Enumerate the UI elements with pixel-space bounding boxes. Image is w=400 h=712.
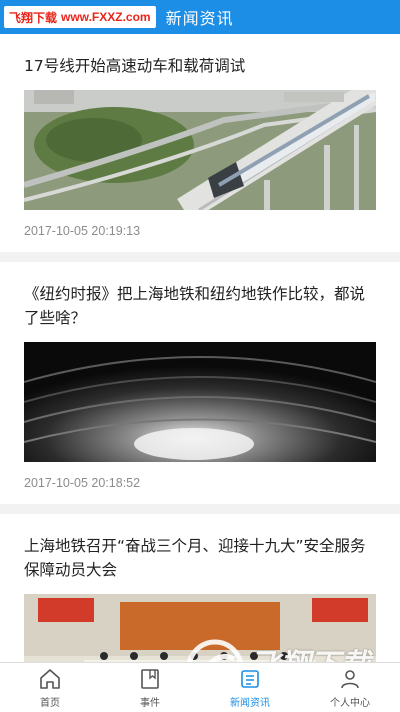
- news-card-title[interactable]: 《纽约时报》把上海地铁和纽约地铁作比较，都说了些啥？: [24, 262, 376, 342]
- news-card-image[interactable]: [24, 90, 376, 210]
- news-card-image[interactable]: [24, 342, 376, 462]
- tab-profile[interactable]: 个人中心: [300, 663, 400, 712]
- news-card[interactable]: 上海地铁召开“奋战三个月、迎接十九大”安全服务保障动员大会: [0, 514, 400, 662]
- tab-profile-label: 个人中心: [330, 697, 370, 709]
- tab-home[interactable]: 首页: [0, 663, 100, 712]
- tab-news-label: 新闻资讯: [230, 697, 270, 709]
- tab-home-label: 首页: [40, 697, 60, 709]
- user-icon: [341, 669, 359, 688]
- tab-events[interactable]: 事件: [100, 663, 200, 712]
- news-card-title[interactable]: 17号线开始高速动车和载荷调试: [24, 34, 376, 90]
- top-header: 飞翔下载 www.FXXZ.com 新闻资讯: [0, 0, 400, 34]
- bottom-tab-bar: 首页 事件 新闻资讯 个人中心: [0, 662, 400, 712]
- home-icon: [40, 668, 60, 689]
- news-card[interactable]: 《纽约时报》把上海地铁和纽约地铁作比较，都说了些啥？ 2017-10-05 20…: [0, 262, 400, 504]
- news-feed[interactable]: 17号线开始高速动车和载荷调试 2017-10-05 20:19:13 《纽约时…: [0, 34, 400, 662]
- page-title: 新闻资讯: [165, 9, 234, 28]
- book-icon: [141, 668, 159, 689]
- news-card[interactable]: 17号线开始高速动车和载荷调试 2017-10-05 20:19:13: [0, 34, 400, 252]
- news-icon: [241, 669, 259, 688]
- watermark-badge-url: www.FXXZ.com: [61, 10, 151, 24]
- news-card-image[interactable]: [24, 594, 376, 662]
- watermark-badge-cn: 飞翔下载: [9, 10, 58, 25]
- news-card-time: 2017-10-05 20:18:52: [24, 476, 141, 490]
- news-card-title[interactable]: 上海地铁召开“奋战三个月、迎接十九大”安全服务保障动员大会: [24, 514, 376, 594]
- tab-events-label: 事件: [140, 697, 160, 709]
- news-card-time: 2017-10-05 20:19:13: [24, 224, 141, 238]
- watermark-badge: 飞翔下载 www.FXXZ.com: [4, 6, 156, 28]
- tab-news[interactable]: 新闻资讯: [200, 663, 300, 712]
